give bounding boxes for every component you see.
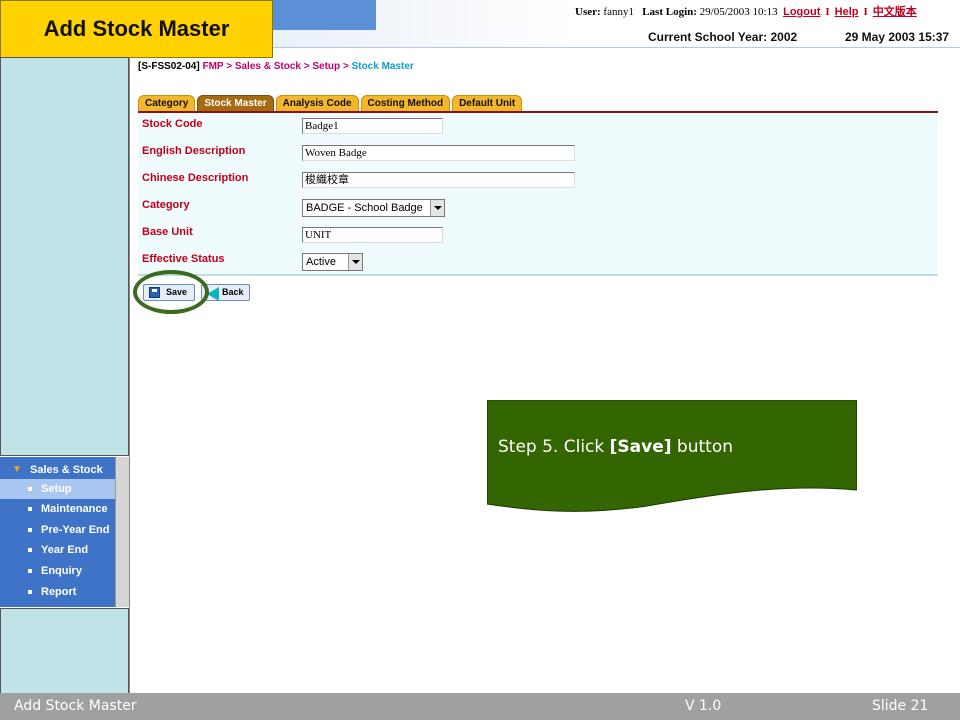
current-datetime: 29 May 2003 15:37 (845, 30, 950, 44)
dropdown-arrow-icon[interactable] (348, 254, 362, 270)
left-panel-bottom (0, 608, 129, 697)
screen-code: [S-FSS02-04] (138, 61, 200, 72)
chinese-description-input[interactable]: 梭織校章 (302, 172, 575, 188)
nav-item-maintenance[interactable]: Maintenance (0, 499, 115, 519)
effective-status-label: Effective Status (142, 253, 225, 265)
slide-title: Add Stock Master (0, 0, 273, 58)
stock-master-form: Stock Code Badge1 English Description Wo… (138, 113, 938, 276)
tab-costing-method[interactable]: Costing Method (360, 95, 451, 112)
base-unit-input[interactable]: UNIT (302, 227, 443, 243)
user-info: User: fanny1 Last Login: 29/05/2003 10:1… (575, 3, 917, 19)
breadcrumb: [S-FSS02-04] FMP > Sales & Stock > Setup… (138, 61, 414, 72)
nav-item-year-end[interactable]: Year End (0, 540, 115, 560)
bullet-icon (28, 548, 32, 552)
user-value: fanny1 (603, 6, 634, 18)
slide-footer: Add Stock Master V 1.0 Slide 21 (0, 693, 960, 720)
tab-stock-master[interactable]: Stock Master (197, 95, 274, 112)
bullet-icon (28, 569, 32, 573)
callout-suffix: button (671, 437, 734, 457)
effective-status-select[interactable]: Active (302, 253, 363, 271)
left-panel-top (0, 57, 129, 456)
nav-item-label: Maintenance (41, 503, 108, 515)
tab-bar: Category Stock Master Analysis Code Cost… (138, 95, 524, 112)
breadcrumb-fmp[interactable]: FMP (202, 61, 223, 72)
dropdown-arrow-icon[interactable] (430, 200, 444, 216)
user-label: User: (575, 6, 601, 18)
category-selected-value: BADGE - School Badge (306, 202, 423, 214)
bullet-icon (28, 590, 32, 594)
back-button-label: Back (222, 287, 244, 297)
callout-text: Step 5. Click [Save] button (498, 437, 733, 457)
nav-item-label: Year End (41, 544, 89, 556)
breadcrumb-separator: > (226, 61, 233, 72)
nav-item-report[interactable]: Report (0, 582, 115, 602)
footer-version: V 1.0 (685, 698, 722, 714)
last-login-label: Last Login: (642, 6, 697, 18)
breadcrumb-setup[interactable]: Setup (312, 61, 340, 72)
school-year: Current School Year: 2002 (648, 30, 798, 44)
bullet-icon (28, 528, 32, 532)
nav-item-setup[interactable]: Setup (0, 479, 115, 499)
sidebar-nav: ▼ Sales & Stock Setup Maintenance Pre-Yea… (0, 457, 129, 607)
highlight-circle (133, 270, 209, 314)
chinese-description-label: Chinese Description (142, 172, 249, 184)
category-label: Category (142, 199, 190, 211)
breadcrumb-separator: > (303, 61, 310, 72)
category-select[interactable]: BADGE - School Badge (302, 199, 445, 217)
effective-status-selected-value: Active (306, 256, 336, 268)
callout-prefix: Step 5. Click (498, 437, 610, 457)
bullet-icon (28, 507, 32, 511)
stock-code-input[interactable]: Badge1 (302, 118, 443, 134)
help-link[interactable]: Help (835, 6, 859, 18)
nav-section-label: Sales & Stock (30, 464, 103, 476)
last-login-value: 29/05/2003 10:13 (699, 6, 778, 18)
slide: User: fanny1 Last Login: 29/05/2003 10:1… (0, 0, 960, 720)
callout-highlight: [Save] (609, 437, 672, 457)
nav-item-label: Enquiry (41, 565, 82, 577)
footer-slide-number: Slide 21 (872, 698, 929, 714)
expand-triangle-icon: ▼ (12, 464, 22, 475)
breadcrumb-sales-stock[interactable]: Sales & Stock (235, 61, 301, 72)
breadcrumb-separator: > (342, 61, 349, 72)
stock-code-label: Stock Code (142, 118, 203, 130)
english-description-label: English Description (142, 145, 246, 157)
breadcrumb-current: Stock Master (351, 61, 414, 72)
tab-category[interactable]: Category (138, 95, 196, 112)
banner-divider (270, 47, 960, 48)
header-separator: I (825, 6, 830, 18)
nav-section-header[interactable]: ▼ Sales & Stock (0, 461, 115, 479)
nav-item-pre-year-end[interactable]: Pre-Year End (0, 520, 115, 540)
english-description-input[interactable]: Woven Badge (302, 145, 575, 161)
logout-link[interactable]: Logout (783, 6, 820, 18)
tab-default-unit[interactable]: Default Unit (452, 95, 523, 112)
chinese-version-link[interactable]: 中文版本 (873, 6, 917, 18)
nav-item-label: Setup (41, 483, 72, 495)
left-divider (129, 57, 130, 697)
nav-item-label: Pre-Year End (41, 524, 110, 536)
header-separator: I (863, 6, 868, 18)
banner-blue-block (270, 0, 376, 30)
nav-item-label: Report (41, 586, 77, 598)
tab-analysis-code[interactable]: Analysis Code (275, 95, 359, 112)
nav-item-enquiry[interactable]: Enquiry (0, 561, 115, 581)
nav-scrollbar[interactable] (115, 457, 129, 607)
base-unit-label: Base Unit (142, 226, 193, 238)
footer-title: Add Stock Master (14, 698, 137, 714)
bullet-icon (28, 487, 32, 491)
